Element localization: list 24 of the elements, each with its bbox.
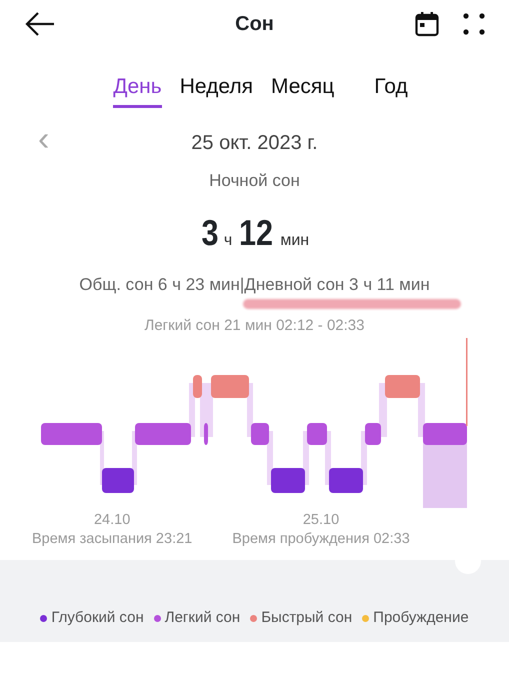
- night-sleep-label: Ночной сон: [208, 170, 301, 192]
- end-date: 25.10: [302, 510, 340, 530]
- legend-label: Глубокий сон: [51, 608, 144, 628]
- period-tab[interactable]: Неделя: [180, 74, 253, 108]
- duration-hours: 3: [201, 210, 218, 255]
- duration-unit: ч: [224, 230, 232, 251]
- date-label: 25 окт. 2023 г.: [191, 131, 318, 156]
- legend-label: Быстрый сон: [261, 608, 352, 628]
- screen-title: Сон: [235, 12, 274, 37]
- period-tab[interactable]: День: [113, 74, 162, 108]
- wake-up-time: Время пробуждения 02:33: [232, 530, 410, 548]
- selected-segment-info: Легкий сон 21 мин 02:12 - 02:33: [143, 316, 366, 336]
- legend-label: Легкий сон: [164, 608, 240, 628]
- back-icon[interactable]: [24, 11, 56, 37]
- sleep-onset-time: Время засыпания 23:21: [32, 530, 192, 548]
- start-date: 24.10: [92, 510, 132, 530]
- legend-label: Пробуждение: [373, 608, 469, 628]
- period-tab[interactable]: Год: [374, 74, 408, 108]
- duration-unit: мин: [280, 230, 310, 251]
- duration-minutes: 12: [239, 210, 274, 255]
- sleep-totals: Общ. сон 6 ч 23 мин|Дневной сон 3 ч 11 мин: [78, 274, 431, 296]
- period-tab[interactable]: Месяц: [270, 74, 334, 108]
- calendar-icon[interactable]: [415, 11, 439, 37]
- more-icon[interactable]: [463, 13, 485, 35]
